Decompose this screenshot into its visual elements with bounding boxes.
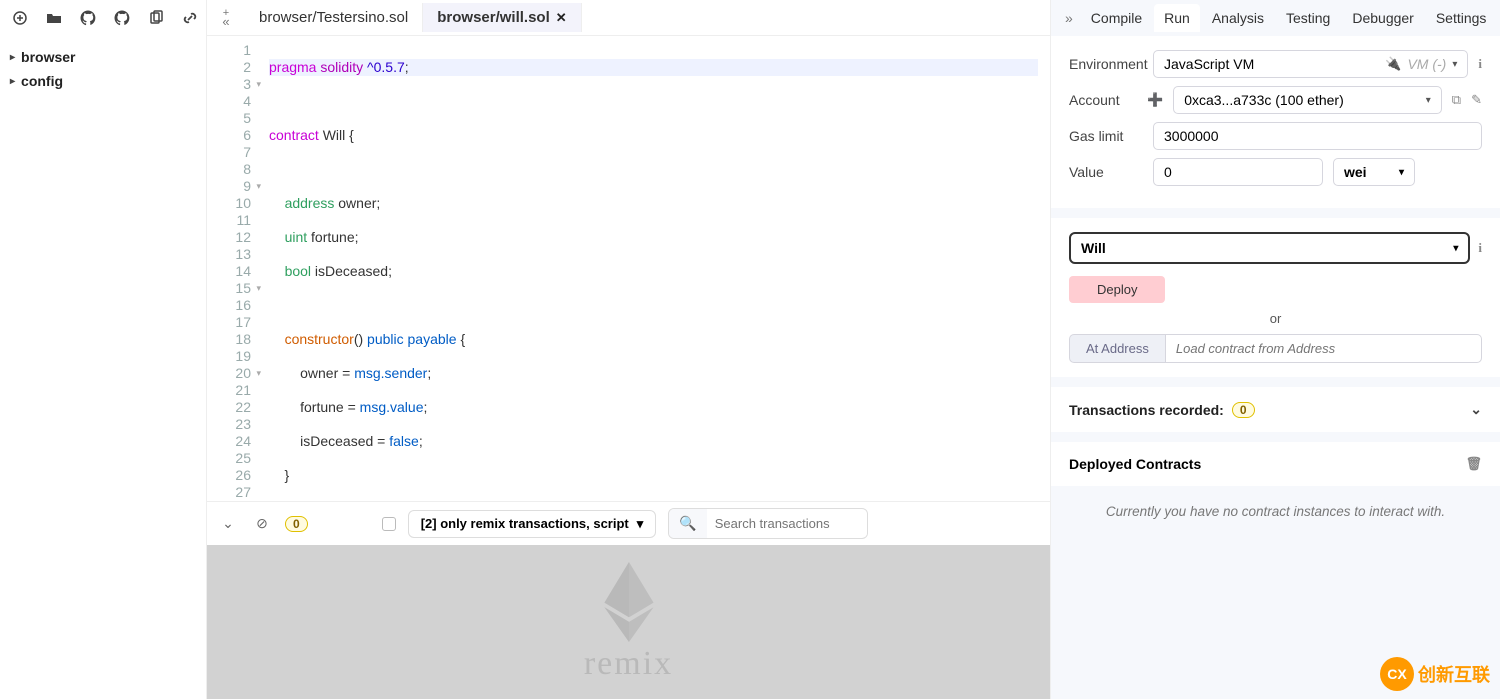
account-label: Account: [1069, 92, 1143, 108]
chevron-down-icon[interactable]: ⌄: [1470, 401, 1482, 418]
account-select[interactable]: 0xca3...a733c (100 ether)▾: [1173, 86, 1442, 114]
pending-tx-badge: 0: [285, 516, 308, 532]
close-icon[interactable]: ✕: [556, 10, 567, 26]
code-content[interactable]: pragma solidity ^0.5.7; contract Will { …: [257, 36, 1050, 501]
line-gutter: 1234567891011121314151617181920212223242…: [207, 36, 257, 501]
tab-will[interactable]: browser/will.sol✕: [423, 3, 581, 32]
deploy-button[interactable]: Deploy: [1069, 276, 1165, 303]
environment-label: Environment: [1069, 56, 1143, 72]
contract-select[interactable]: Will▾: [1069, 232, 1470, 264]
add-account-icon[interactable]: ➕: [1147, 92, 1163, 108]
tree-item-browser[interactable]: browser: [8, 45, 198, 69]
at-address-input[interactable]: [1165, 334, 1482, 363]
trash-icon[interactable]: 🗑: [1465, 456, 1482, 472]
clear-icon[interactable]: ⊘: [251, 513, 273, 535]
or-label: or: [1069, 311, 1482, 326]
gas-limit-input[interactable]: [1153, 122, 1482, 150]
tab-settings[interactable]: Settings: [1426, 4, 1497, 32]
info-icon[interactable]: i: [1478, 56, 1482, 72]
tab-scroll-add-button[interactable]: +«: [207, 9, 245, 27]
code-editor[interactable]: 1234567891011121314151617181920212223242…: [207, 36, 1050, 501]
tab-debugger[interactable]: Debugger: [1342, 4, 1424, 32]
remix-logo: remix: [584, 562, 673, 683]
edit-icon[interactable]: ✎: [1471, 92, 1482, 108]
tab-analysis[interactable]: Analysis: [1202, 4, 1274, 32]
file-explorer-toolbar: [0, 0, 206, 39]
file-explorer-panel: browser config: [0, 0, 207, 699]
deployed-contracts-empty: Currently you have no contract instances…: [1051, 486, 1500, 537]
tab-run[interactable]: Run: [1154, 4, 1200, 32]
transactions-recorded-header[interactable]: Transactions recorded:0 ⌄: [1051, 387, 1500, 432]
editor-tabs: +« browser/Testersino.sol browser/will.s…: [207, 0, 1050, 36]
tree-item-config[interactable]: config: [8, 69, 198, 93]
at-address-button[interactable]: At Address: [1069, 334, 1165, 363]
tab-compile[interactable]: Compile: [1081, 4, 1152, 32]
listen-checkbox[interactable]: [382, 517, 396, 531]
new-file-icon[interactable]: [12, 10, 28, 29]
search-icon[interactable]: 🔍: [669, 509, 706, 538]
gas-limit-label: Gas limit: [1069, 128, 1143, 144]
tx-filter-dropdown[interactable]: [2] only remix transactions, script▾: [408, 510, 657, 538]
side-panel-tabs: » Compile Run Analysis Testing Debugger …: [1051, 0, 1500, 36]
chevron-down-icon[interactable]: ⌄: [217, 513, 239, 535]
expand-icon[interactable]: »: [1059, 10, 1079, 26]
watermark: CX创新互联: [1380, 657, 1490, 691]
github-icon[interactable]: [114, 10, 130, 29]
value-label: Value: [1069, 164, 1143, 180]
info-icon[interactable]: i: [1478, 240, 1482, 256]
tab-testersino[interactable]: browser/Testersino.sol: [245, 3, 423, 32]
tab-testing[interactable]: Testing: [1276, 4, 1340, 32]
value-input[interactable]: [1153, 158, 1323, 186]
side-panel: » Compile Run Analysis Testing Debugger …: [1050, 0, 1500, 699]
environment-select[interactable]: JavaScript VM 🔌 VM (-) ▾: [1153, 50, 1468, 78]
copy-icon[interactable]: ⧉: [1452, 92, 1461, 108]
search-input[interactable]: [707, 510, 867, 537]
deployed-contracts-header: Deployed Contracts 🗑: [1051, 442, 1500, 486]
plug-icon: 🔌: [1385, 56, 1401, 72]
copy-icon[interactable]: [148, 10, 164, 29]
github-icon[interactable]: [80, 10, 96, 29]
terminal-output[interactable]: remix: [207, 545, 1050, 699]
value-unit-select[interactable]: wei▾: [1333, 158, 1415, 186]
folder-icon[interactable]: [46, 10, 62, 29]
console-panel: ⌄ ⊘ 0 [2] only remix transactions, scrip…: [207, 501, 1050, 699]
link-icon[interactable]: [182, 10, 198, 29]
